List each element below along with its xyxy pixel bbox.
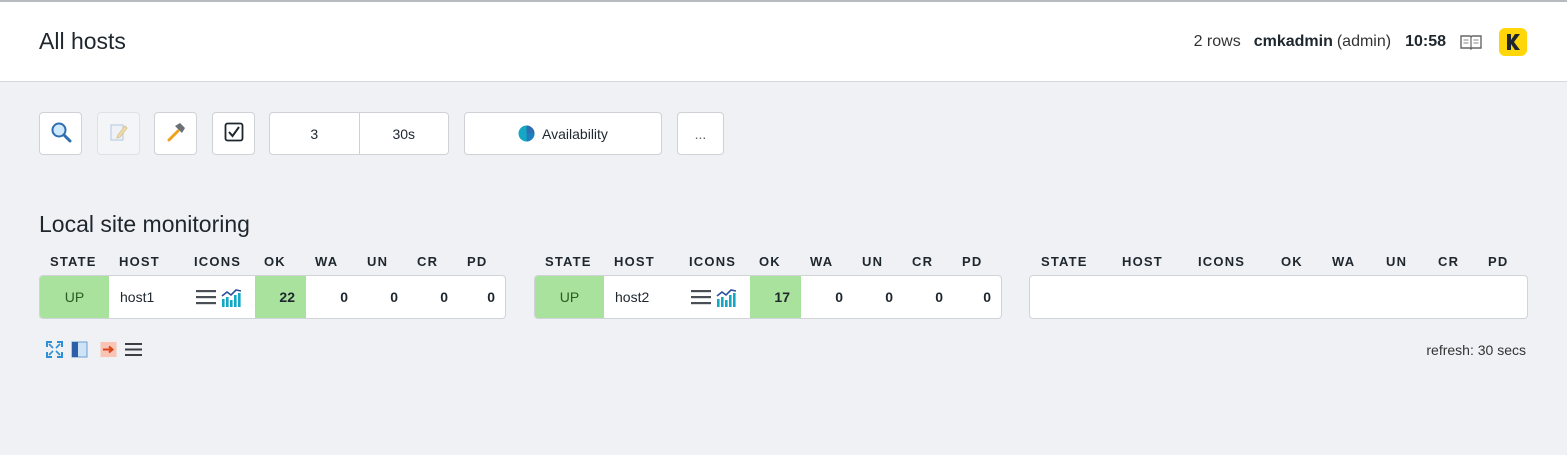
col-un[interactable]: UN [367,254,388,269]
ok-count[interactable]: 22 [255,276,306,318]
col-host[interactable]: HOST [119,254,160,269]
col-wa[interactable]: WA [1332,254,1355,269]
table-header: STATE HOST ICONS OK WA UN CR PD [534,254,1002,272]
refresh-status: refresh: 30 secs [1426,342,1526,358]
availability-button[interactable]: Availability [464,112,662,155]
clock: 10:58 [1405,33,1446,50]
col-icons[interactable]: ICONS [1198,254,1245,269]
col-state[interactable]: STATE [545,254,592,269]
crit-count[interactable]: 0 [398,276,448,318]
export-icon[interactable] [100,341,117,358]
table-header: STATE HOST ICONS OK WA UN CR PD [39,254,506,272]
col-cr[interactable]: CR [1438,254,1459,269]
availability-icon [518,125,535,142]
col-ok[interactable]: OK [264,254,286,269]
pending-count[interactable]: 0 [943,276,991,318]
unknown-count[interactable]: 0 [348,276,398,318]
checkmk-logo-icon[interactable] [1499,28,1527,56]
col-wa[interactable]: WA [810,254,833,269]
checkbox-icon [224,122,244,145]
col-un[interactable]: UN [1386,254,1407,269]
col-cr[interactable]: CR [912,254,933,269]
columns-selector[interactable]: 3 [270,113,359,154]
graph-icon[interactable] [221,288,242,307]
host-table-column-1: STATE HOST ICONS OK WA UN CR PD UP host1… [39,254,506,319]
select-rows-button[interactable] [212,112,255,155]
host-name-link[interactable]: host1 [120,276,190,318]
menu-icon[interactable] [691,289,711,305]
col-ok[interactable]: OK [1281,254,1303,269]
col-pd[interactable]: PD [1488,254,1508,269]
pending-count[interactable]: 0 [448,276,495,318]
col-state[interactable]: STATE [1041,254,1088,269]
table-header: STATE HOST ICONS OK WA UN CR PD [1029,254,1528,272]
host-state: UP [535,276,604,318]
table-row: UP host2 17 0 0 0 0 [534,275,1002,319]
view-options: 3 30s [269,112,449,155]
col-pd[interactable]: PD [467,254,487,269]
host-table-column-3: STATE HOST ICONS OK WA UN CR PD [1029,254,1528,319]
fullscreen-icon[interactable] [46,341,63,358]
ok-count[interactable]: 17 [750,276,801,318]
col-wa[interactable]: WA [315,254,338,269]
host-icons [196,276,246,318]
empty-row [1029,275,1528,319]
warn-count[interactable]: 0 [306,276,348,318]
commands-button[interactable] [154,112,197,155]
edit-icon [109,121,129,146]
search-button[interactable] [39,112,82,155]
more-button[interactable]: ... [677,112,724,155]
host-table-column-2: STATE HOST ICONS OK WA UN CR PD UP host2… [534,254,1002,319]
col-un[interactable]: UN [862,254,883,269]
menu-icon[interactable] [196,289,216,305]
section-title: Local site monitoring [39,211,250,237]
header-status: 2 rows cmkadmin (admin) 10:58 [1194,26,1527,58]
host-icons [691,276,741,318]
col-state[interactable]: STATE [50,254,97,269]
sidebar-toggle-icon[interactable] [71,341,88,358]
hammer-icon [165,121,187,146]
col-host[interactable]: HOST [614,254,655,269]
user-role: (admin) [1336,33,1392,50]
page-title: All hosts [39,28,126,54]
col-pd[interactable]: PD [962,254,982,269]
rows-count: 2 rows [1193,33,1241,50]
edit-button[interactable] [97,112,140,155]
unknown-count[interactable]: 0 [843,276,893,318]
warn-count[interactable]: 0 [801,276,843,318]
col-icons[interactable]: ICONS [194,254,241,269]
graph-icon[interactable] [716,288,737,307]
col-host[interactable]: HOST [1122,254,1163,269]
book-icon[interactable] [1460,33,1482,51]
col-icons[interactable]: ICONS [689,254,736,269]
search-icon [50,121,72,146]
menu-icon[interactable] [125,342,142,357]
footer-actions [46,341,142,358]
crit-count[interactable]: 0 [893,276,943,318]
host-name-link[interactable]: host2 [615,276,685,318]
username[interactable]: cmkadmin [1254,33,1333,51]
availability-label: Availability [542,125,608,142]
table-row: UP host1 22 0 0 0 0 [39,275,506,319]
host-state: UP [40,276,109,318]
refresh-selector[interactable]: 30s [358,113,449,154]
col-cr[interactable]: CR [417,254,438,269]
page-header: All hosts 2 rows cmkadmin (admin) 10:58 [0,0,1567,82]
col-ok[interactable]: OK [759,254,781,269]
